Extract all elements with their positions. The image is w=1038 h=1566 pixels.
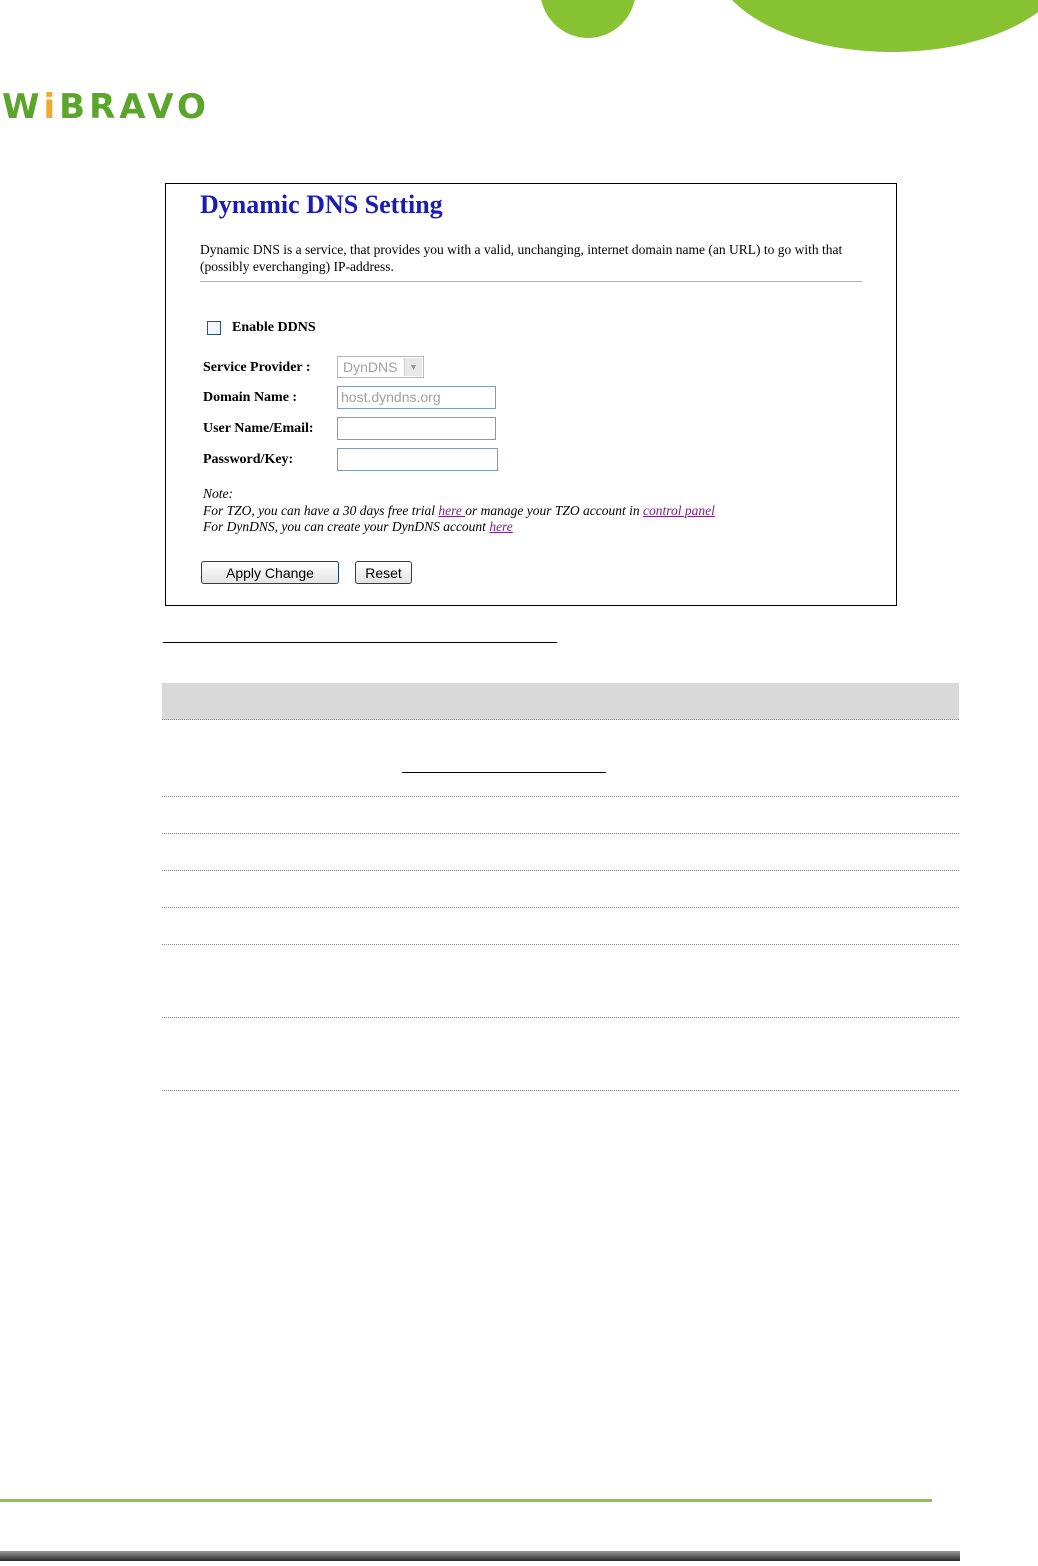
tzo-trial-link[interactable]: here: [438, 503, 465, 518]
reset-button[interactable]: Reset: [355, 561, 412, 584]
footer-dark-bar: [0, 1551, 960, 1561]
apply-change-button[interactable]: Apply Change: [201, 561, 339, 584]
wibravo-logo: WiBRAVO: [2, 87, 210, 127]
tzo-control-panel-link[interactable]: control panel: [643, 503, 715, 518]
caption-underline: [163, 642, 557, 643]
table-row: [162, 871, 959, 908]
decorative-green-blob: [712, 0, 1038, 52]
table-header: [162, 683, 959, 720]
ddns-settings-panel: Dynamic DNS Setting Dynamic DNS is a ser…: [165, 183, 897, 606]
footer-green-line: [0, 1499, 932, 1502]
divider: [200, 281, 862, 282]
note-tzo-text-2: or manage your TZO account in: [465, 502, 643, 518]
service-provider-value: DynDNS: [343, 359, 398, 375]
domain-name-input[interactable]: host.dyndns.org: [337, 386, 496, 409]
service-provider-select[interactable]: DynDNS ▼: [337, 356, 424, 378]
chevron-down-icon: ▼: [404, 358, 422, 376]
page-title: Dynamic DNS Setting: [200, 190, 443, 219]
note-block: Note: For TZO, you can have a 30 days fr…: [203, 486, 715, 536]
note-heading: Note:: [203, 486, 233, 501]
table-row: [162, 797, 959, 834]
note-dyndns-text: For DynDNS, you can create your DynDNS a…: [203, 519, 490, 534]
enable-ddns-row: Enable DDNS: [207, 320, 316, 336]
table-row: [162, 908, 959, 945]
username-input[interactable]: [337, 417, 496, 440]
enable-ddns-label: Enable DDNS: [232, 320, 316, 335]
password-input[interactable]: [337, 448, 498, 471]
password-label: Password/Key:: [203, 452, 294, 467]
table-row: [162, 720, 959, 797]
username-label: User Name/Email:: [203, 421, 314, 436]
page-description: Dynamic DNS is a service, that provides …: [200, 242, 843, 274]
underline: [402, 772, 606, 773]
table-row: [162, 1018, 959, 1091]
service-provider-label: Service Provider :: [203, 360, 311, 375]
note-tzo-line: For TZO, you can have a 30 days free tri…: [203, 503, 715, 520]
enable-ddns-checkbox[interactable]: [207, 321, 221, 335]
domain-name-label: Domain Name :: [203, 390, 298, 405]
table-row: [162, 834, 959, 871]
note-dyndns-line: For DynDNS, you can create your DynDNS a…: [203, 519, 715, 536]
dyndns-create-account-link[interactable]: here: [489, 519, 513, 534]
table-row: [162, 945, 959, 1018]
parameter-table: [162, 683, 959, 1091]
note-tzo-text: For TZO, you can have a 30 days free tri…: [203, 502, 439, 518]
decorative-green-blob: [540, 0, 636, 38]
